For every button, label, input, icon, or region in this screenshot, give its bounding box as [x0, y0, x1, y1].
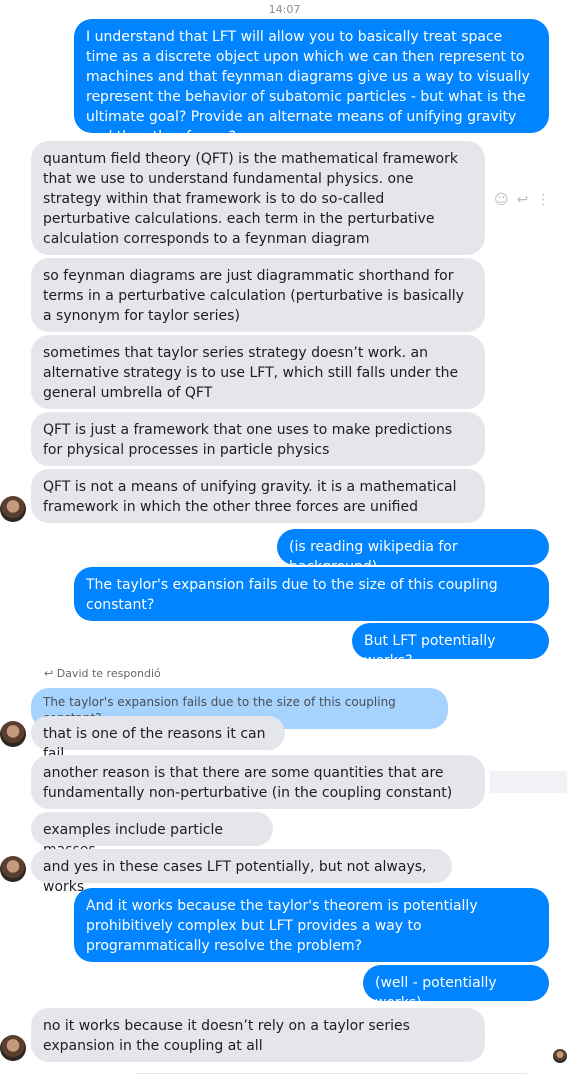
incoming-message[interactable]: sometimes that taylor series strategy do… [31, 335, 485, 409]
incoming-message[interactable]: that is one of the reasons it can fail [31, 716, 285, 762]
outgoing-message[interactable]: And it works because the taylor's theore… [74, 888, 549, 962]
incoming-message[interactable]: examples include particle masses [31, 812, 273, 858]
incoming-message[interactable]: QFT is not a means of unifying gravity. … [31, 469, 485, 523]
outgoing-message[interactable]: The taylor's expansion fails due to the … [74, 567, 549, 621]
message-timestamp: 14:07 [268, 3, 301, 16]
more-icon[interactable]: ⋮ [536, 190, 550, 210]
incoming-message[interactable]: QFT is just a framework that one uses to… [31, 412, 485, 466]
incoming-message[interactable]: no it works because it doesn’t rely on a… [31, 1008, 485, 1062]
reply-label-text: David te respondió [56, 667, 161, 680]
outgoing-message[interactable]: (well - potentially works) [363, 965, 549, 1011]
avatar[interactable] [0, 1035, 26, 1061]
seen-avatar [553, 1049, 567, 1063]
incoming-message[interactable]: another reason is that there are some qu… [31, 755, 485, 809]
incoming-message[interactable]: so feynman diagrams are just diagrammati… [31, 258, 485, 332]
incoming-message[interactable]: and yes in these cases LFT potentially, … [31, 849, 452, 895]
smile-icon[interactable]: ☺ [494, 190, 509, 210]
avatar[interactable] [0, 721, 26, 747]
outgoing-message[interactable]: (is reading wikipedia for background) [277, 529, 549, 575]
action-placeholder [490, 771, 567, 793]
avatar[interactable] [0, 856, 26, 882]
incoming-message[interactable]: quantum field theory (QFT) is the mathem… [31, 141, 485, 255]
message-actions: ☺ ↩ ⋮ [494, 190, 550, 210]
reply-label: ↩ David te respondió [44, 667, 161, 681]
outgoing-message[interactable]: But LFT potentially works? [352, 623, 549, 669]
avatar[interactable] [0, 496, 26, 522]
reply-icon[interactable]: ↩ [517, 190, 529, 210]
reply-arrow-icon: ↩ [44, 667, 54, 680]
outgoing-message[interactable]: I understand that LFT will allow you to … [74, 19, 549, 145]
